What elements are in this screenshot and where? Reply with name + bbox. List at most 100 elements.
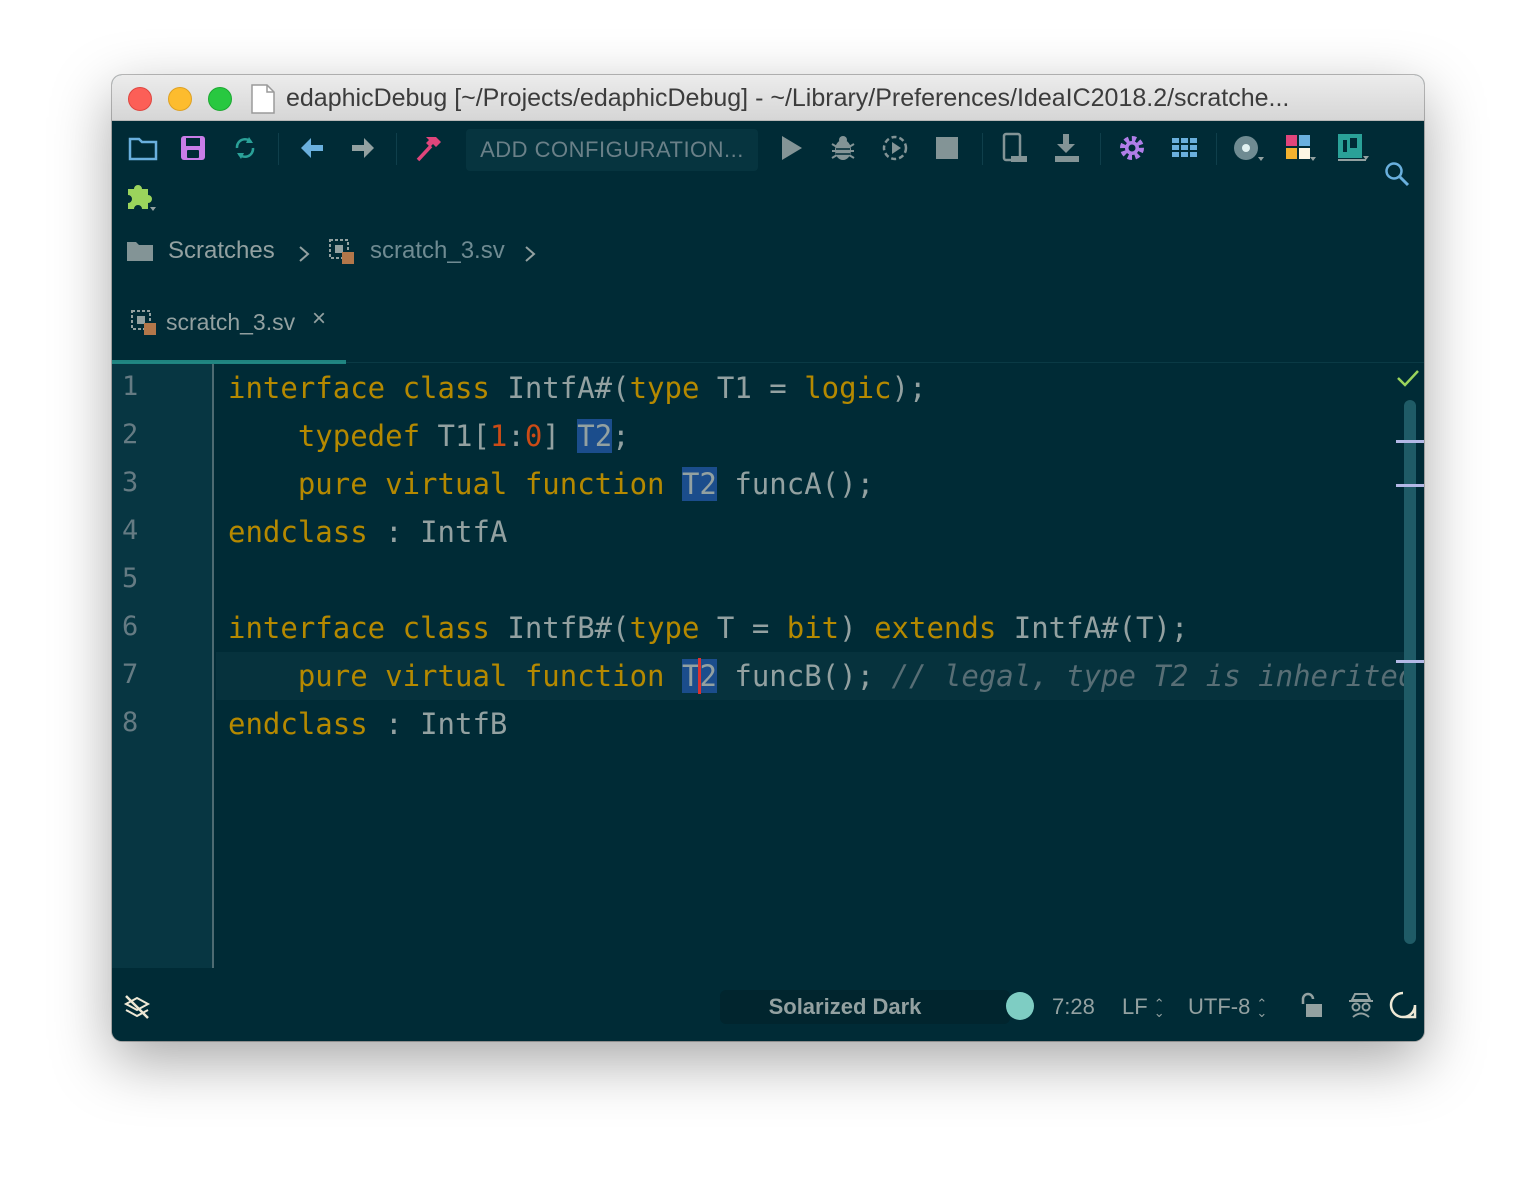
add-configuration-button[interactable]: ADD CONFIGURATION... (466, 129, 758, 171)
sync-icon[interactable] (228, 131, 262, 165)
open-folder-icon[interactable] (126, 131, 160, 165)
code-comment: // legal, type T2 is inherited (891, 659, 1416, 693)
vertical-scrollbar[interactable] (1404, 400, 1416, 944)
code-line[interactable]: endclass : IntfB (228, 700, 507, 748)
chevron-right-icon (525, 246, 536, 262)
breadcrumb-item-file[interactable]: scratch_3.sv (370, 237, 505, 265)
check-icon (1397, 370, 1419, 387)
build-hammer-icon[interactable] (412, 131, 446, 165)
updown-chevron-icon: ⌃ ⌄ (1256, 996, 1268, 1021)
line-number: 8 (122, 707, 139, 738)
toolbar-separator (278, 133, 279, 165)
toolbar-separator (982, 133, 983, 165)
breadcrumb: Scratches scratch_3.sv (112, 223, 1424, 281)
minimize-window-button[interactable] (168, 87, 192, 111)
code-text: ; (612, 419, 630, 453)
window-title: edaphicDebug [~/Projects/edaphicDebug] -… (286, 84, 1290, 112)
profiler-icon[interactable] (878, 131, 912, 165)
main-toolbar: ADD CONFIGURATION... (112, 121, 1424, 223)
code-keyword: interface class (228, 611, 490, 645)
layout-palette-icon[interactable] (1284, 131, 1318, 165)
logcat-icon[interactable] (1336, 131, 1370, 165)
cursor-position[interactable]: 7:28 (1052, 994, 1095, 1020)
run-play-icon[interactable] (774, 131, 808, 165)
code-line[interactable]: interface class IntfA#(type T1 = logic); (228, 364, 926, 412)
code-line[interactable]: endclass : IntfA (228, 508, 507, 556)
code-text: IntfB#( (489, 611, 630, 645)
updown-chevron-icon: ⌃ ⌄ (1153, 996, 1165, 1021)
scroll-marker[interactable] (1396, 484, 1424, 487)
download-sdk-icon[interactable] (1050, 131, 1084, 165)
plugin-puzzle-icon[interactable] (124, 179, 158, 213)
scroll-marker[interactable] (1396, 440, 1424, 443)
document-icon (251, 84, 275, 114)
encoding-select[interactable]: UTF-8 ⌃ ⌄ (1188, 994, 1267, 1020)
line-number: 4 (122, 515, 139, 546)
encoding-label: UTF-8 (1188, 994, 1251, 1019)
code-number: 1 (489, 419, 508, 453)
code-line[interactable]: typedef T1[1:0] T2; (228, 412, 630, 460)
toolbar-separator (1216, 133, 1217, 165)
sv-file-icon (329, 239, 354, 264)
code-line[interactable]: pure virtual function T2 funcA(); (228, 460, 874, 508)
code-text: ); (891, 371, 927, 405)
save-icon[interactable] (176, 131, 210, 165)
code-keyword: interface class (228, 371, 490, 405)
close-window-button[interactable] (128, 87, 152, 111)
unlock-icon[interactable] (1298, 992, 1324, 1020)
code-keyword: type (629, 371, 700, 405)
search-icon[interactable] (1380, 157, 1414, 191)
code-text: ) (839, 611, 875, 645)
code-text: ] (542, 419, 578, 453)
line-number-gutter: 1 2 3 4 5 6 7 8 (112, 364, 214, 968)
debug-bug-icon[interactable] (826, 131, 860, 165)
line-ending-label: LF (1122, 994, 1148, 1019)
chevron-right-icon (299, 246, 310, 262)
code-editor[interactable]: 12345678 interface class IntfA#(type T1 … (112, 364, 1424, 968)
theme-color-dot (1006, 992, 1034, 1020)
code-line[interactable]: interface class IntfB#(type T = bit) ext… (228, 604, 1188, 652)
stop-icon[interactable] (930, 131, 964, 165)
toolbar-separator (1100, 133, 1101, 165)
code-text: IntfA#( (489, 371, 630, 405)
back-arrow-icon[interactable] (295, 131, 329, 165)
inspector-icon[interactable] (1346, 990, 1376, 1020)
tool-windows-icon[interactable] (122, 992, 152, 1022)
coverage-icon[interactable] (1232, 131, 1266, 165)
breadcrumb-item-scratches[interactable]: Scratches (168, 237, 275, 265)
line-number: 1 (122, 371, 139, 402)
event-log-icon[interactable] (1388, 990, 1418, 1020)
code-text: : IntfB (367, 707, 508, 741)
tab-scratch-3[interactable]: scratch_3.sv × (112, 293, 346, 364)
line-ending-select[interactable]: LF ⌃ ⌄ (1122, 994, 1165, 1020)
device-icon[interactable] (998, 131, 1032, 165)
forward-arrow-icon[interactable] (346, 131, 380, 165)
code-keyword: bit (786, 611, 840, 645)
code-keyword: pure virtual function (297, 467, 665, 501)
code-text: funcA(); (716, 467, 875, 501)
code-number: 0 (524, 419, 543, 453)
title-bar: edaphicDebug [~/Projects/edaphicDebug] -… (112, 75, 1424, 121)
line-number: 2 (122, 419, 139, 450)
code-line[interactable]: pure virtual function T2 funcB(); // leg… (228, 652, 1415, 700)
sv-file-icon (131, 310, 156, 335)
code-keyword: endclass (228, 515, 368, 549)
code-text: : (507, 419, 525, 453)
code-text: IntfA#(T); (996, 611, 1189, 645)
line-number: 7 (122, 659, 139, 690)
project-structure-icon[interactable] (1167, 131, 1201, 165)
toolbar-separator (396, 133, 397, 165)
code-text: T1 = (699, 371, 805, 405)
scroll-marker[interactable] (1396, 660, 1424, 663)
code-keyword: typedef (297, 419, 421, 453)
line-number: 5 (122, 563, 139, 594)
close-tab-icon[interactable]: × (312, 305, 326, 333)
ide-window: edaphicDebug [~/Projects/edaphicDebug] -… (112, 75, 1424, 1041)
maximize-window-button[interactable] (208, 87, 232, 111)
settings-gear-icon[interactable] (1115, 131, 1149, 165)
theme-indicator[interactable]: Solarized Dark (720, 990, 1010, 1024)
code-keyword: pure virtual function (297, 659, 665, 693)
